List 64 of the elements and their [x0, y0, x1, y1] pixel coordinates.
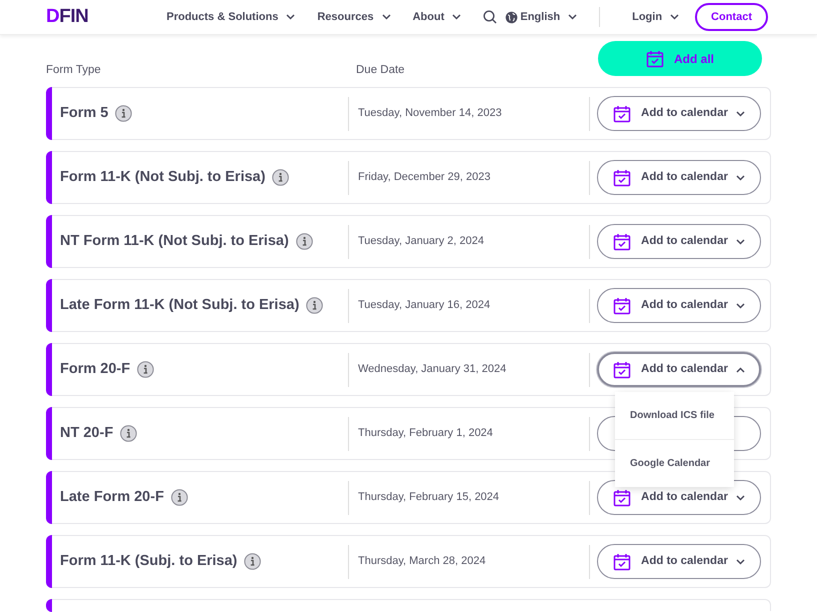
info-icon[interactable] [170, 489, 188, 506]
caret-icon [286, 14, 296, 20]
calendar-icon [613, 232, 632, 250]
search-icon[interactable] [483, 10, 498, 24]
nav-link[interactable]: Products & Solutions [166, 8, 296, 26]
due-date: Friday, December 29, 2023 [357, 170, 492, 186]
nav-link[interactable]: About [412, 8, 462, 26]
info-icon[interactable] [296, 233, 313, 250]
caret-icon [736, 238, 745, 244]
info-icon[interactable] [120, 425, 138, 442]
calendar-icon [613, 488, 632, 506]
due-date: Thursday, February 1, 2024 [357, 426, 494, 442]
calendar-icon [646, 50, 664, 68]
calendar-icon [613, 104, 632, 122]
form-title: Form 5 [60, 104, 108, 123]
caret-icon [670, 14, 680, 20]
form-title: Form 11-K (Not Subj. to Erisa) [60, 168, 266, 187]
form-title: Late Form 20-F [60, 488, 164, 507]
add-to-calendar-button[interactable]: Add to calendar [597, 352, 761, 387]
caret-icon [736, 494, 745, 500]
calendar-icon [613, 360, 632, 378]
language-selector[interactable]: English [505, 8, 578, 26]
caret-icon [452, 14, 462, 20]
due-date: Tuesday, January 2, 2024 [357, 234, 485, 250]
column-header: Form Type [46, 62, 102, 78]
calendar-icon [613, 296, 632, 314]
info-icon[interactable] [137, 361, 154, 378]
caret-icon [568, 14, 578, 20]
add-to-calendar-button[interactable]: Add to calendar [597, 96, 761, 131]
info-icon[interactable] [115, 105, 132, 122]
info-icon[interactable] [306, 297, 324, 314]
globe-icon [505, 10, 518, 24]
form-title: Late Form 11-K (Not Subj. to Erisa) [60, 296, 300, 315]
caret-icon [736, 366, 745, 372]
form-title: Form 20-F [60, 360, 130, 379]
due-date: Wednesday, January 31, 2024 [357, 362, 508, 378]
due-date: Thursday, February 15, 2024 [357, 490, 500, 506]
info-icon[interactable] [244, 553, 262, 570]
add-to-calendar-button[interactable]: Add to calendar [597, 224, 761, 259]
caret-icon [736, 302, 745, 308]
due-date: Tuesday, January 16, 2024 [357, 298, 492, 314]
add-all-button[interactable]: Add all [598, 41, 762, 76]
logo[interactable]: DFIN [46, 2, 88, 32]
add-to-calendar-button[interactable]: Add to calendar [597, 160, 761, 195]
add-to-calendar-button[interactable]: Add to calendar [597, 288, 761, 323]
nav-link[interactable]: Resources [317, 8, 391, 26]
form-title: Form 11-K (Subj. to Erisa) [60, 552, 238, 571]
add-to-calendar-button[interactable]: Add to calendar [597, 544, 761, 579]
calendar-icon [613, 552, 632, 570]
calendar-icon [613, 168, 632, 186]
due-date: Thursday, March 28, 2024 [357, 554, 487, 570]
caret-icon [736, 174, 745, 180]
form-title: NT 20-F [60, 424, 114, 443]
login-link[interactable]: Login [632, 8, 680, 26]
caret-icon [736, 110, 745, 116]
menu-item[interactable]: Google Calendar [615, 439, 734, 487]
contact-button[interactable]: Contact [695, 3, 768, 31]
caret-icon [382, 14, 391, 20]
column-header: Due Date [356, 62, 405, 78]
menu-item[interactable]: Download ICS file [615, 392, 734, 439]
form-title: NT Form 11-K (Not Subj. to Erisa) [60, 232, 289, 251]
caret-icon [736, 558, 745, 564]
info-icon[interactable] [272, 169, 290, 186]
due-date: Tuesday, November 14, 2023 [357, 106, 503, 122]
